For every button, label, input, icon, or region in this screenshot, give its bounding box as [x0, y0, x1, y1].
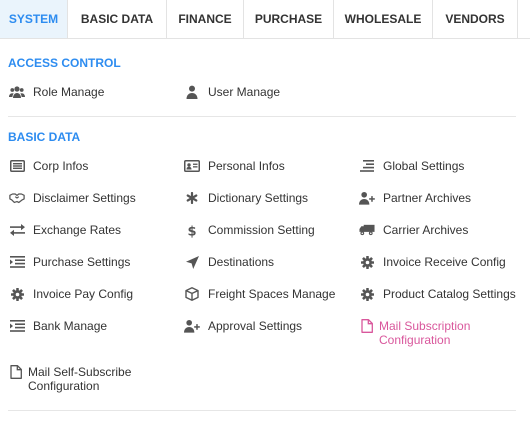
menu-item-carrier-archives[interactable]: Carrier Archives: [359, 221, 468, 241]
file-icon: [8, 364, 24, 380]
handshake-icon: [9, 190, 25, 206]
tab-system[interactable]: SYSTEM: [0, 0, 68, 38]
menu-item-freight-spaces-manage[interactable]: Freight Spaces Manage: [184, 285, 335, 305]
menu-item-corp-infos[interactable]: Corp Infos: [9, 157, 88, 177]
exchange-icon: [9, 222, 25, 238]
users-icon: [9, 84, 25, 100]
menu-item-role-manage[interactable]: Role Manage: [9, 83, 104, 103]
menu-item-label: Carrier Archives: [383, 223, 469, 237]
id-card-icon: [184, 158, 200, 174]
menu-item-label: Product Catalog Settings: [383, 287, 516, 301]
menu-item-global-settings[interactable]: Global Settings: [359, 157, 464, 177]
gear-icon: [9, 286, 25, 302]
indent-icon: [9, 318, 25, 334]
list-box-icon: [9, 158, 25, 174]
menu-item-invoice-receive-config[interactable]: Invoice Receive Config: [359, 253, 506, 273]
menu-item-destinations[interactable]: Destinations: [184, 253, 274, 273]
menu-item-personal-infos[interactable]: Personal Infos: [184, 157, 285, 177]
tab-wholesale[interactable]: WHOLESALE: [334, 0, 433, 38]
menu-item-label: Partner Archives: [383, 191, 472, 205]
menu-item-label: Dictionary Settings: [208, 191, 309, 205]
tab-finance[interactable]: FINANCE: [167, 0, 244, 38]
menu-item-purchase-settings[interactable]: Purchase Settings: [9, 253, 130, 273]
menu-item-disclaimer-settings[interactable]: Disclaimer Settings: [9, 189, 136, 209]
section-divider: [8, 116, 516, 117]
user-plus-icon: [359, 190, 375, 206]
dollar-icon: $: [184, 222, 200, 238]
menu-item-partner-archives[interactable]: Partner Archives: [359, 189, 471, 209]
user-icon: [184, 84, 200, 100]
menu-item-label: Commission Setting: [208, 223, 315, 237]
menu-item-label: Destinations: [208, 255, 275, 269]
section-title-access-control: ACCESS CONTROL: [8, 56, 121, 70]
menu-item-dictionary-settings[interactable]: Dictionary Settings: [184, 189, 308, 209]
tab-purchase[interactable]: PURCHASE: [244, 0, 334, 38]
menu-item-user-manage[interactable]: User Manage: [184, 83, 280, 103]
menu-item-exchange-rates[interactable]: Exchange Rates: [9, 221, 121, 241]
menu-item-label: Bank Manage: [33, 319, 108, 333]
menu-item-mail-subscription-configuration[interactable]: Mail Subscription Configuration: [359, 317, 489, 349]
menu-item-invoice-pay-config[interactable]: Invoice Pay Config: [9, 285, 133, 305]
menu-item-product-catalog-settings[interactable]: Product Catalog Settings: [359, 285, 516, 305]
menu-item-label: Personal Infos: [208, 159, 285, 173]
menu-item-label: Mail Self-Subscribe Configuration: [28, 365, 132, 393]
menu-item-label: Purchase Settings: [33, 255, 131, 269]
menu-item-approval-settings[interactable]: Approval Settings: [184, 317, 302, 337]
svg-text:$: $: [187, 224, 196, 238]
file-icon: [359, 318, 375, 334]
menu-item-label: Freight Spaces Manage: [208, 287, 336, 301]
menu-item-label: Mail Subscription Configuration: [379, 319, 471, 347]
menu-item-label: User Manage: [208, 85, 281, 99]
gear-icon: [359, 286, 375, 302]
tab-basic-data[interactable]: BASIC DATA: [68, 0, 167, 38]
indent-icon: [9, 254, 25, 270]
menu-item-label: Invoice Pay Config: [33, 287, 134, 301]
menu-item-label: Invoice Receive Config: [383, 255, 506, 269]
top-tab-bar: SYSTEM BASIC DATA FINANCE PURCHASE WHOLE…: [0, 0, 530, 39]
gear-icon: [359, 254, 375, 270]
section-divider: [8, 410, 516, 411]
menu-item-label: Disclaimer Settings: [33, 191, 136, 205]
menu-item-mail-self-subscribe-configuration[interactable]: Mail Self-Subscribe Configuration: [8, 363, 148, 395]
menu-item-label: Role Manage: [33, 85, 105, 99]
menu-item-label: Exchange Rates: [33, 223, 122, 237]
tab-vendors[interactable]: VENDORS: [433, 0, 518, 38]
location-arrow-icon: [184, 254, 200, 270]
menu-item-label: Approval Settings: [208, 319, 303, 333]
cube-icon: [184, 286, 200, 302]
menu-item-label: Global Settings: [383, 159, 465, 173]
section-title-basic-data: BASIC DATA: [8, 130, 81, 144]
user-plus-icon: [184, 318, 200, 334]
menu-item-commission-setting[interactable]: $ Commission Setting: [184, 221, 315, 241]
align-right-icon: [359, 158, 375, 174]
menu-item-label: Corp Infos: [33, 159, 89, 173]
menu-item-bank-manage[interactable]: Bank Manage: [9, 317, 107, 337]
truck-icon: [359, 222, 375, 238]
asterisk-icon: [184, 190, 200, 206]
